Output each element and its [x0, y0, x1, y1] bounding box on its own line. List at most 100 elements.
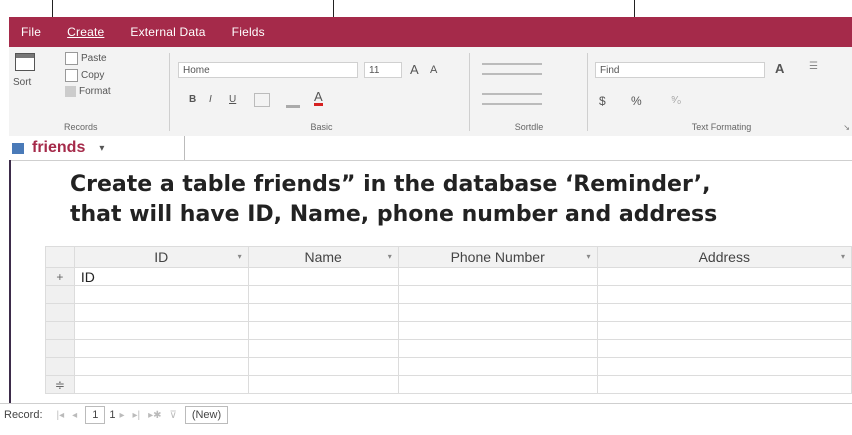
- row-selector[interactable]: [45, 357, 75, 376]
- id-cell[interactable]: ID: [73, 267, 249, 286]
- address-cell[interactable]: [596, 375, 852, 394]
- id-cell[interactable]: [73, 303, 249, 322]
- align-icon[interactable]: [482, 93, 542, 105]
- sort-button[interactable]: Sort: [13, 77, 31, 88]
- gridlines-icon[interactable]: [254, 93, 270, 107]
- address-cell[interactable]: [596, 339, 852, 358]
- copy-icon: [65, 69, 78, 82]
- row-selector[interactable]: [45, 303, 75, 322]
- grow-font-button[interactable]: A: [410, 62, 419, 77]
- paste-button[interactable]: Paste: [65, 52, 107, 65]
- tab-create[interactable]: Create: [67, 25, 104, 39]
- filter-icon[interactable]: ⊽: [170, 410, 177, 421]
- decimal-icon[interactable]: ⁹⁄₀: [671, 95, 681, 106]
- table-row[interactable]: [45, 339, 852, 358]
- tab-fields[interactable]: Fields: [232, 25, 265, 39]
- phone-cell[interactable]: [397, 357, 598, 376]
- phone-cell[interactable]: [397, 339, 598, 358]
- phone-cell[interactable]: [397, 375, 598, 394]
- instruction-text: Create a table friends” in the database …: [70, 170, 850, 230]
- column-header-id[interactable]: ID ▾: [73, 246, 249, 268]
- paste-icon: [65, 52, 78, 65]
- list-icon[interactable]: ☰: [809, 61, 818, 72]
- table-row[interactable]: + ID: [45, 267, 852, 286]
- new-record-nav-icon[interactable]: ▸✱: [148, 410, 161, 421]
- name-cell[interactable]: [247, 321, 399, 340]
- current-record-field[interactable]: 1: [85, 406, 106, 424]
- table-row[interactable]: [45, 285, 852, 304]
- address-cell[interactable]: [596, 285, 852, 304]
- underline-button[interactable]: U: [229, 94, 236, 105]
- previous-record-icon[interactable]: ◂: [72, 410, 77, 421]
- next-record-icon[interactable]: ▸: [119, 410, 124, 421]
- find-box[interactable]: Find: [595, 62, 765, 78]
- name-cell[interactable]: [247, 303, 399, 322]
- text-formatting-group: Find A ☰ $ % ⁹⁄₀ Text Formating ↘: [591, 47, 852, 136]
- font-select[interactable]: Home: [178, 62, 358, 78]
- dialog-launcher-icon[interactable]: ↘: [843, 123, 850, 132]
- new-record-icon[interactable]: +: [45, 267, 75, 286]
- id-cell[interactable]: [73, 339, 249, 358]
- sort-icon[interactable]: [15, 53, 35, 71]
- copy-button[interactable]: Copy: [65, 69, 104, 82]
- chevron-down-icon[interactable]: ▾: [587, 252, 591, 261]
- italic-button[interactable]: I: [209, 94, 212, 105]
- ribbon: Sort Paste Copy Format Records Home 11 A…: [9, 47, 852, 137]
- shrink-font-button[interactable]: A: [430, 64, 437, 76]
- divider: [169, 53, 170, 131]
- id-cell[interactable]: [73, 357, 249, 376]
- percent-button[interactable]: %: [631, 94, 642, 108]
- phone-cell[interactable]: [397, 303, 598, 322]
- row-selector[interactable]: [45, 339, 75, 358]
- new-row-icon[interactable]: ≑: [45, 375, 75, 394]
- name-cell[interactable]: [247, 357, 399, 376]
- id-cell[interactable]: [73, 321, 249, 340]
- font-color-icon[interactable]: A: [314, 90, 323, 106]
- column-header-name[interactable]: Name ▾: [247, 246, 399, 268]
- sort-filter-group: Sortdle: [474, 47, 584, 136]
- address-cell[interactable]: [596, 357, 852, 376]
- name-cell[interactable]: [247, 267, 399, 286]
- table-row[interactable]: ≑: [45, 375, 852, 394]
- font-color-icon[interactable]: A: [775, 61, 784, 76]
- tab-friends[interactable]: friends ▾: [9, 136, 104, 160]
- name-cell[interactable]: [247, 375, 399, 394]
- address-cell[interactable]: [596, 267, 852, 286]
- chevron-down-icon[interactable]: ▾: [841, 252, 845, 261]
- currency-button[interactable]: $: [599, 94, 606, 108]
- phone-cell[interactable]: [397, 267, 598, 286]
- name-cell[interactable]: [247, 339, 399, 358]
- first-record-icon[interactable]: |◂: [57, 410, 65, 421]
- row-selector[interactable]: [45, 285, 75, 304]
- column-header-address[interactable]: Address ▾: [596, 246, 852, 268]
- column-header-phone[interactable]: Phone Number ▾: [397, 246, 598, 268]
- font-size-select[interactable]: 11: [364, 62, 402, 78]
- phone-cell[interactable]: [397, 285, 598, 304]
- id-cell[interactable]: [73, 375, 249, 394]
- format-button[interactable]: Format: [65, 86, 111, 97]
- fill-color-icon[interactable]: [286, 93, 300, 108]
- last-record-icon[interactable]: ▸|: [132, 410, 140, 421]
- column-label: Name: [304, 249, 342, 265]
- chevron-down-icon[interactable]: ▾: [238, 252, 242, 261]
- row-selector[interactable]: [45, 321, 75, 340]
- table-row[interactable]: [45, 321, 852, 340]
- phone-cell[interactable]: [397, 321, 598, 340]
- select-all-cell[interactable]: [45, 246, 75, 268]
- bold-button[interactable]: B: [189, 94, 196, 105]
- table-row[interactable]: [45, 357, 852, 376]
- align-icon[interactable]: [482, 63, 542, 75]
- new-record-box[interactable]: (New): [184, 406, 229, 424]
- name-cell[interactable]: [247, 285, 399, 304]
- paste-label: Paste: [81, 53, 107, 64]
- address-cell[interactable]: [596, 303, 852, 322]
- chevron-down-icon[interactable]: ▾: [388, 252, 392, 261]
- document-tab-bar: friends ▾: [9, 136, 852, 161]
- chevron-down-icon[interactable]: ▾: [99, 143, 104, 154]
- id-cell[interactable]: [73, 285, 249, 304]
- table-row[interactable]: [45, 303, 852, 322]
- tab-file[interactable]: File: [21, 25, 41, 39]
- tab-external-data[interactable]: External Data: [130, 25, 205, 39]
- record-total: 1: [109, 409, 116, 421]
- address-cell[interactable]: [596, 321, 852, 340]
